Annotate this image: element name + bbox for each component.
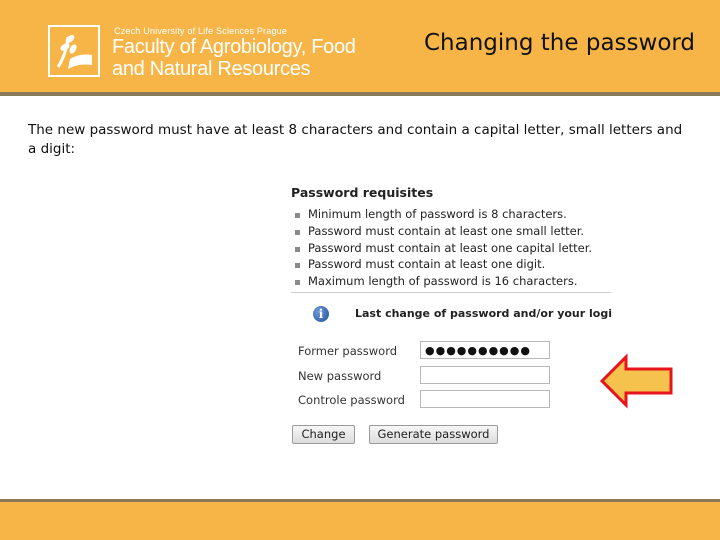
change-button[interactable]: Change — [292, 425, 355, 444]
last-change-text: Last change of password and/or your logi — [355, 307, 612, 320]
requisite-item: Password must contain at least one digit… — [291, 256, 592, 273]
confirm-password-label: Controle password — [298, 393, 405, 407]
password-change-panel: Password requisites Minimum length of pa… — [283, 182, 615, 448]
generate-password-button[interactable]: Generate password — [369, 425, 498, 444]
divider — [291, 292, 611, 293]
requisite-item: Password must contain at least one capit… — [291, 240, 592, 257]
faculty-logo-icon — [48, 25, 100, 77]
confirm-password-input[interactable] — [420, 390, 550, 408]
former-password-label: Former password — [298, 344, 398, 358]
slide-footer — [0, 499, 720, 540]
requisite-item: Maximum length of password is 16 charact… — [291, 273, 592, 290]
requisite-item: Password must contain at least one small… — [291, 223, 592, 240]
faculty-name-line1: Faculty of Agrobiology, Food — [112, 36, 356, 58]
university-name: Czech University of Life Sciences Prague — [114, 26, 288, 36]
slide-header: Czech University of Life Sciences Prague… — [0, 0, 720, 96]
former-password-input[interactable] — [420, 341, 550, 359]
new-password-label: New password — [298, 369, 382, 383]
faculty-name-line2: and Natural Resources — [112, 58, 311, 80]
new-password-input[interactable] — [420, 366, 550, 384]
requisites-title: Password requisites — [291, 185, 434, 200]
arrow-left-icon — [599, 353, 673, 409]
requisites-list: Minimum length of password is 8 characte… — [291, 206, 592, 290]
requisite-item: Minimum length of password is 8 characte… — [291, 206, 592, 223]
slide-title: Changing the password — [424, 30, 696, 56]
intro-text: The new password must have at least 8 ch… — [28, 122, 683, 157]
info-icon: i — [313, 306, 329, 322]
